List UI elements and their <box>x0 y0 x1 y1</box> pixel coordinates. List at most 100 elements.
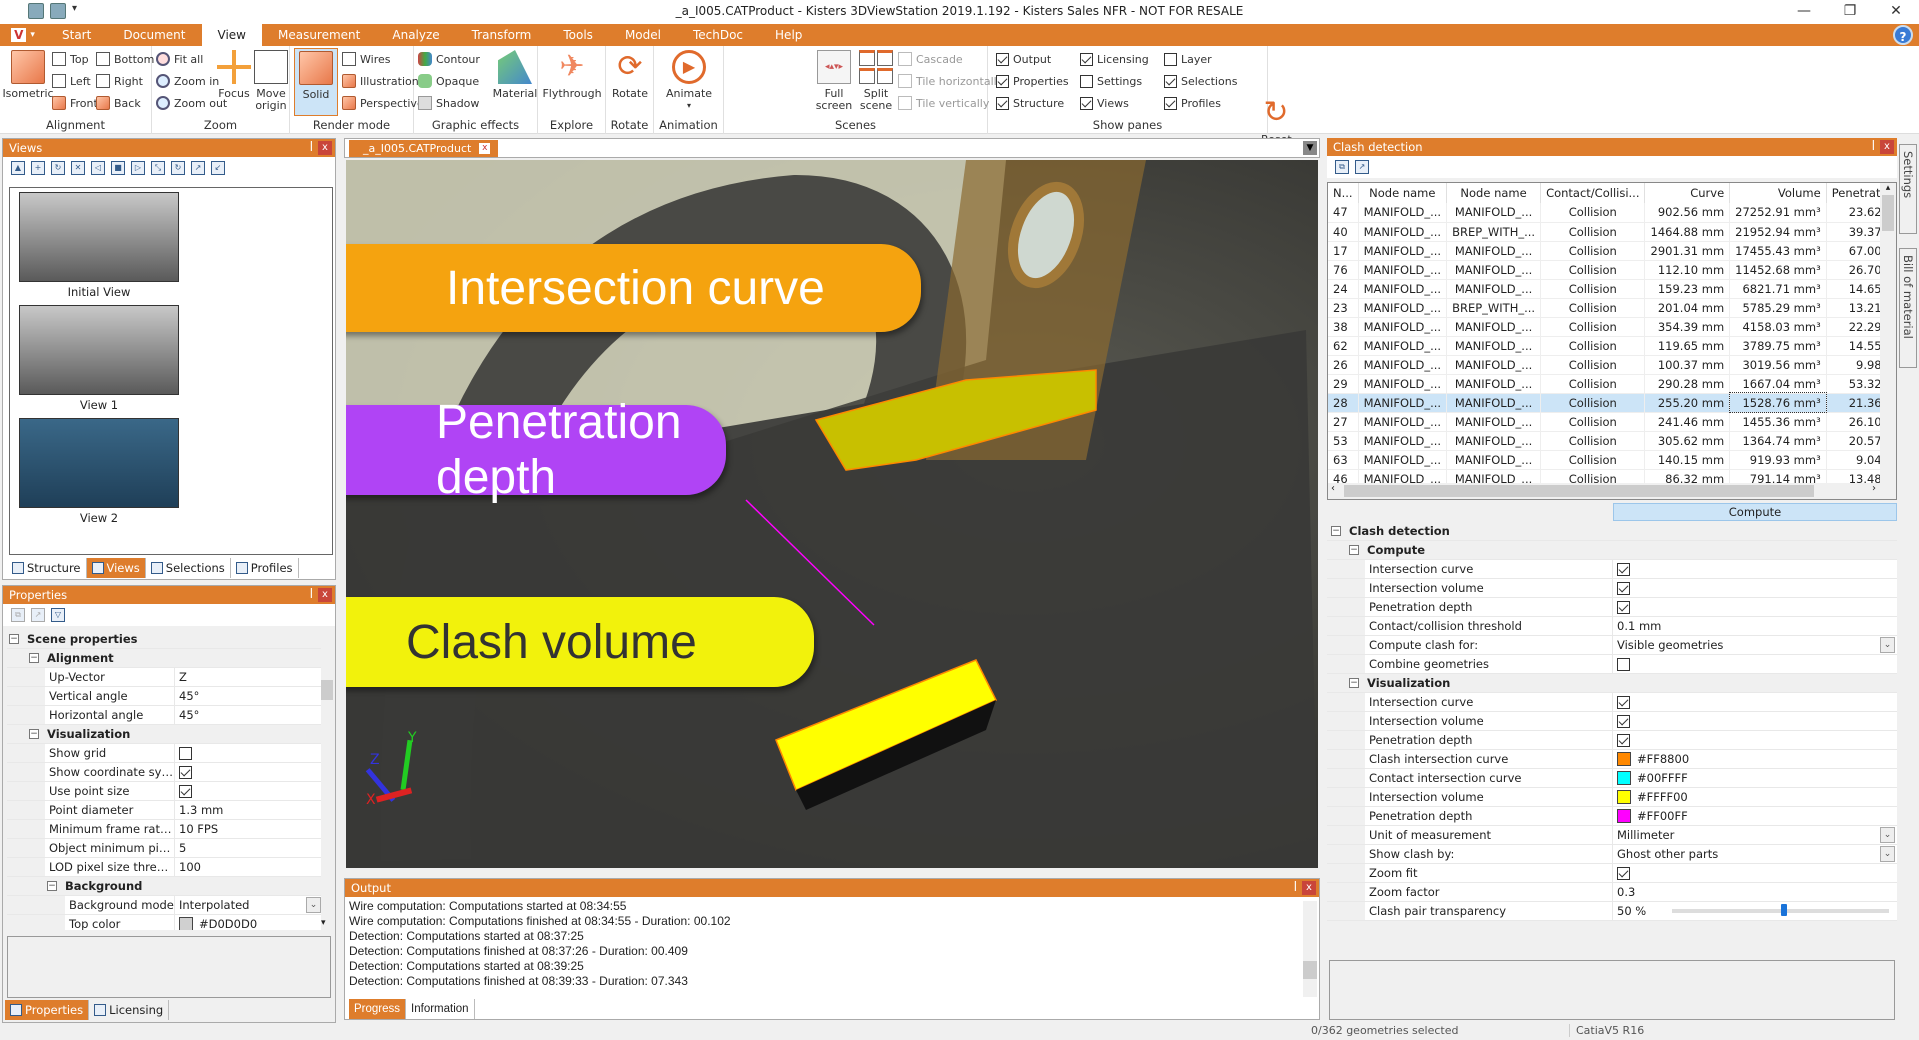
property-value[interactable] <box>1613 560 1897 578</box>
close-icon[interactable]: x <box>318 141 332 155</box>
top-view-button[interactable]: Top <box>52 50 89 68</box>
close-tab-icon[interactable]: x <box>479 143 491 154</box>
app-menu-button[interactable]: V ▾ <box>0 24 46 46</box>
views-tab-views[interactable]: Views <box>86 558 146 578</box>
tab-analyze[interactable]: Analyze <box>376 24 455 46</box>
tab-transform[interactable]: Transform <box>456 24 548 46</box>
opaque-button[interactable]: Opaque <box>418 72 479 90</box>
property-value[interactable] <box>1613 731 1897 749</box>
add-view-icon[interactable]: + <box>31 161 45 175</box>
animate-button[interactable]: ▶ Animate ▾ <box>664 50 714 112</box>
properties-scrollbar[interactable]: ▾ <box>321 630 333 930</box>
show-pane-selections-checkbox[interactable]: Selections <box>1164 72 1237 90</box>
section-header[interactable]: − Visualization <box>7 725 323 744</box>
table-row[interactable]: 38 MANIFOLD_... MANIFOLD_... Collision 354.3… <box>1328 317 1896 337</box>
shadow-button[interactable]: Shadow <box>418 94 479 112</box>
table-row[interactable]: 63 MANIFOLD_... MANIFOLD_... Collision 140.1… <box>1328 450 1896 470</box>
column-header[interactable]: Contact/Collisi... <box>1540 183 1646 203</box>
property-value[interactable]: 10 FPS <box>175 820 323 838</box>
table-vertical-scrollbar[interactable]: ▴ <box>1880 183 1896 483</box>
collapse-icon[interactable]: − <box>9 634 19 644</box>
property-value[interactable]: 100 <box>175 858 323 876</box>
color-swatch[interactable] <box>1617 771 1631 785</box>
help-icon[interactable]: ? <box>1893 25 1913 45</box>
property-value[interactable]: #00FFFF <box>1613 769 1897 787</box>
right-view-button[interactable]: Right <box>96 72 143 90</box>
previous-view-icon[interactable]: ◁ <box>91 161 105 175</box>
pin-icon[interactable]: ꟾ <box>310 139 313 157</box>
views-tab-structure[interactable]: Structure <box>7 558 87 578</box>
next-view-icon[interactable]: ▷ <box>131 161 145 175</box>
view-thumbnail-1[interactable] <box>19 305 179 395</box>
side-tab-bill-of-material[interactable]: Bill of material <box>1899 248 1917 368</box>
color-swatch[interactable] <box>1617 752 1631 766</box>
table-row[interactable]: 47 MANIFOLD_... MANIFOLD_... Collision 902.5… <box>1328 203 1896 223</box>
property-value[interactable] <box>175 744 323 762</box>
output-tab-progress[interactable]: Progress <box>349 999 407 1019</box>
checkbox[interactable] <box>1617 562 1630 576</box>
property-value[interactable]: Interpolated ⌄ <box>175 896 323 914</box>
show-pane-properties-checkbox[interactable]: Properties <box>996 72 1069 90</box>
property-value[interactable] <box>1613 579 1897 597</box>
document-list-dropdown[interactable]: ▼ <box>1303 141 1317 155</box>
checkbox[interactable] <box>179 746 192 760</box>
collapse-icon[interactable]: − <box>1349 545 1359 555</box>
property-value[interactable] <box>1613 712 1897 730</box>
property-value[interactable]: 45° <box>175 687 323 705</box>
tab-model[interactable]: Model <box>609 24 677 46</box>
properties-tab-licensing[interactable]: Licensing <box>89 1000 170 1020</box>
show-pane-profiles-checkbox[interactable]: Profiles <box>1164 94 1221 112</box>
section-header[interactable]: − Clash detection <box>1327 522 1897 541</box>
compute-button[interactable]: Compute <box>1613 503 1897 521</box>
table-row[interactable]: 23 MANIFOLD_... BREP_WITH_... Collision 201.… <box>1328 298 1896 318</box>
table-row[interactable]: 76 MANIFOLD_... MANIFOLD_... Collision 112.1… <box>1328 260 1896 280</box>
left-view-button[interactable]: Left <box>52 72 91 90</box>
view-thumbnail-2[interactable] <box>19 418 179 508</box>
solid-button[interactable]: Solid <box>294 48 338 116</box>
property-value[interactable]: 0.3 <box>1613 883 1897 901</box>
home-icon[interactable]: ▲ <box>11 161 25 175</box>
column-header[interactable]: Volume <box>1729 183 1827 203</box>
checkbox[interactable] <box>1617 714 1630 728</box>
front-view-button[interactable]: Front <box>52 94 98 112</box>
close-icon[interactable]: x <box>1880 140 1894 154</box>
section-header[interactable]: − Visualization <box>1327 674 1897 693</box>
table-row[interactable]: 53 MANIFOLD_... MANIFOLD_... Collision 305.6… <box>1328 431 1896 451</box>
transparency-slider[interactable] <box>1672 904 1889 916</box>
output-tab-information[interactable]: Information <box>406 999 475 1019</box>
pin-icon[interactable]: ꟾ <box>1294 879 1297 897</box>
output-scrollbar[interactable] <box>1303 901 1317 997</box>
update-view-icon[interactable]: ↻ <box>51 161 65 175</box>
property-value[interactable]: #D0D0D0 <box>175 915 323 930</box>
column-header[interactable]: Node name <box>1358 183 1448 203</box>
section-header[interactable]: − Alignment <box>7 649 323 668</box>
isometric-button[interactable]: Isometric <box>2 50 54 100</box>
property-value[interactable] <box>1613 655 1897 673</box>
perspective-button[interactable]: Perspective <box>342 94 424 112</box>
show-pane-views-checkbox[interactable]: Views <box>1080 94 1129 112</box>
checkbox[interactable] <box>1617 581 1630 595</box>
copy-icon[interactable]: ⧉ <box>1335 160 1349 174</box>
chevron-down-icon[interactable]: ⌄ <box>306 897 321 913</box>
export-icon[interactable]: ↗ <box>1355 160 1369 174</box>
stop-icon[interactable]: ■ <box>111 161 125 175</box>
show-pane-layer-checkbox[interactable]: Layer <box>1164 50 1212 68</box>
property-value[interactable]: #FF00FF <box>1613 807 1897 825</box>
material-button[interactable]: Material <box>493 50 537 100</box>
color-swatch[interactable] <box>1617 790 1631 804</box>
property-value[interactable]: Ghost other parts ⌄ <box>1613 845 1897 863</box>
property-value[interactable] <box>175 763 323 781</box>
properties-tab-properties[interactable]: Properties <box>5 1000 90 1020</box>
property-value[interactable]: 50 % <box>1613 902 1897 920</box>
tab-start[interactable]: Start <box>46 24 107 46</box>
wires-button[interactable]: Wires <box>342 50 390 68</box>
tab-document[interactable]: Document <box>107 24 201 46</box>
3d-viewport[interactable]: Intersection curve Penetration depth Cla… <box>346 160 1318 868</box>
refresh-all-icon[interactable]: ↻ <box>171 161 185 175</box>
collapse-icon[interactable]: − <box>1349 678 1359 688</box>
rotate-button[interactable]: ⟳ Rotate <box>610 50 650 100</box>
property-value[interactable]: 0.1 mm <box>1613 617 1897 635</box>
column-header[interactable]: Node name <box>1446 183 1542 203</box>
table-row[interactable]: 29 MANIFOLD_... MANIFOLD_... Collision 290.2… <box>1328 374 1896 394</box>
minimize-button[interactable]: — <box>1781 0 1827 24</box>
